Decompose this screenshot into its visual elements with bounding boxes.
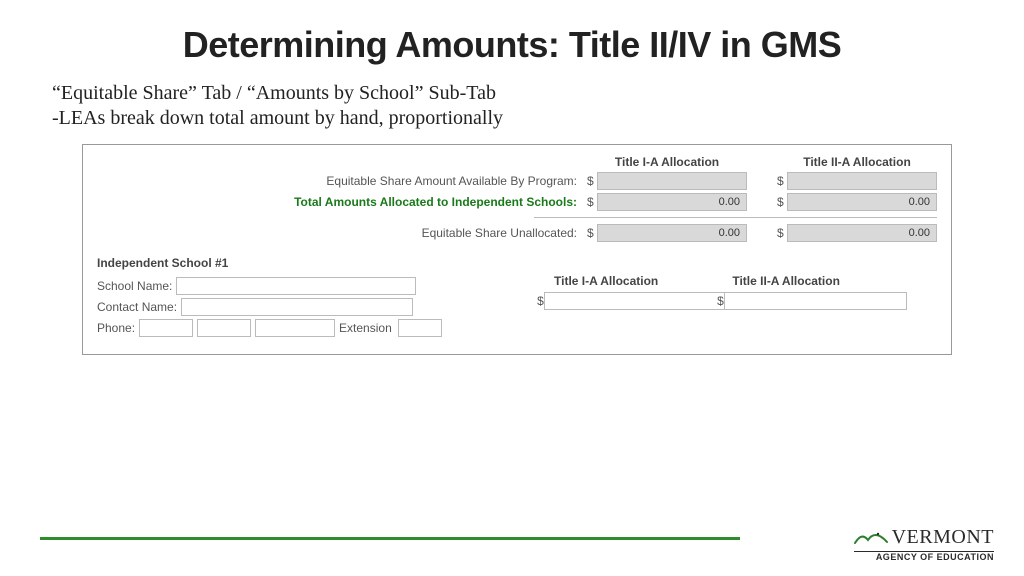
label-extension: Extension (339, 321, 392, 335)
phone-line-input[interactable] (255, 319, 335, 337)
column-header-title-ii: Title II-A Allocation (777, 155, 937, 169)
label-available: Equitable Share Amount Available By Prog… (97, 174, 587, 188)
school-column-header-title-i: Title I-A Allocation (531, 274, 681, 288)
school-allocation-t2-input[interactable] (724, 292, 907, 310)
dollar-icon: $ (537, 294, 544, 308)
allocation-panel: Title I-A Allocation Title II-A Allocati… (82, 144, 952, 355)
dollar-icon: $ (587, 226, 597, 240)
phone-area-input[interactable] (139, 319, 193, 337)
dollar-icon: $ (587, 195, 597, 209)
school-name-input[interactable] (176, 277, 416, 295)
phone-prefix-input[interactable] (197, 319, 251, 337)
brand-agency: AGENCY OF EDUCATION (854, 551, 994, 562)
subtitle-line-1: “Equitable Share” Tab / “Amounts by Scho… (52, 82, 984, 105)
amount-allocated-t1: 0.00 (597, 193, 747, 211)
dollar-icon: $ (587, 174, 597, 188)
brand-logo: VERMONT AGENCY OF EDUCATION (854, 527, 994, 562)
subtitle-line-2: -LEAs break down total amount by hand, p… (52, 107, 984, 130)
dollar-icon: $ (777, 226, 787, 240)
section-header-school-1: Independent School #1 (97, 256, 937, 270)
amount-unallocated-t1: 0.00 (597, 224, 747, 242)
label-school-name: School Name: (97, 279, 172, 293)
label-unallocated: Equitable Share Unallocated: (97, 226, 587, 240)
amount-available-t2 (787, 172, 937, 190)
extension-input[interactable] (398, 319, 442, 337)
amount-available-t1 (597, 172, 747, 190)
label-contact-name: Contact Name: (97, 300, 177, 314)
dollar-icon: $ (777, 174, 787, 188)
amount-unallocated-t2: 0.00 (787, 224, 937, 242)
label-phone: Phone: (97, 321, 135, 335)
slide-title: Determining Amounts: Title II/IV in GMS (40, 24, 984, 66)
school-column-header-title-ii: Title II-A Allocation (711, 274, 861, 288)
label-allocated: Total Amounts Allocated to Independent S… (97, 195, 587, 209)
contact-name-input[interactable] (181, 298, 413, 316)
column-header-title-i: Title I-A Allocation (587, 155, 747, 169)
divider (534, 217, 937, 218)
amount-allocated-t2: 0.00 (787, 193, 937, 211)
mountain-icon (854, 529, 888, 545)
accent-rule (40, 537, 740, 540)
brand-state: VERMONT (892, 527, 994, 547)
dollar-icon: $ (717, 294, 724, 308)
dollar-icon: $ (777, 195, 787, 209)
